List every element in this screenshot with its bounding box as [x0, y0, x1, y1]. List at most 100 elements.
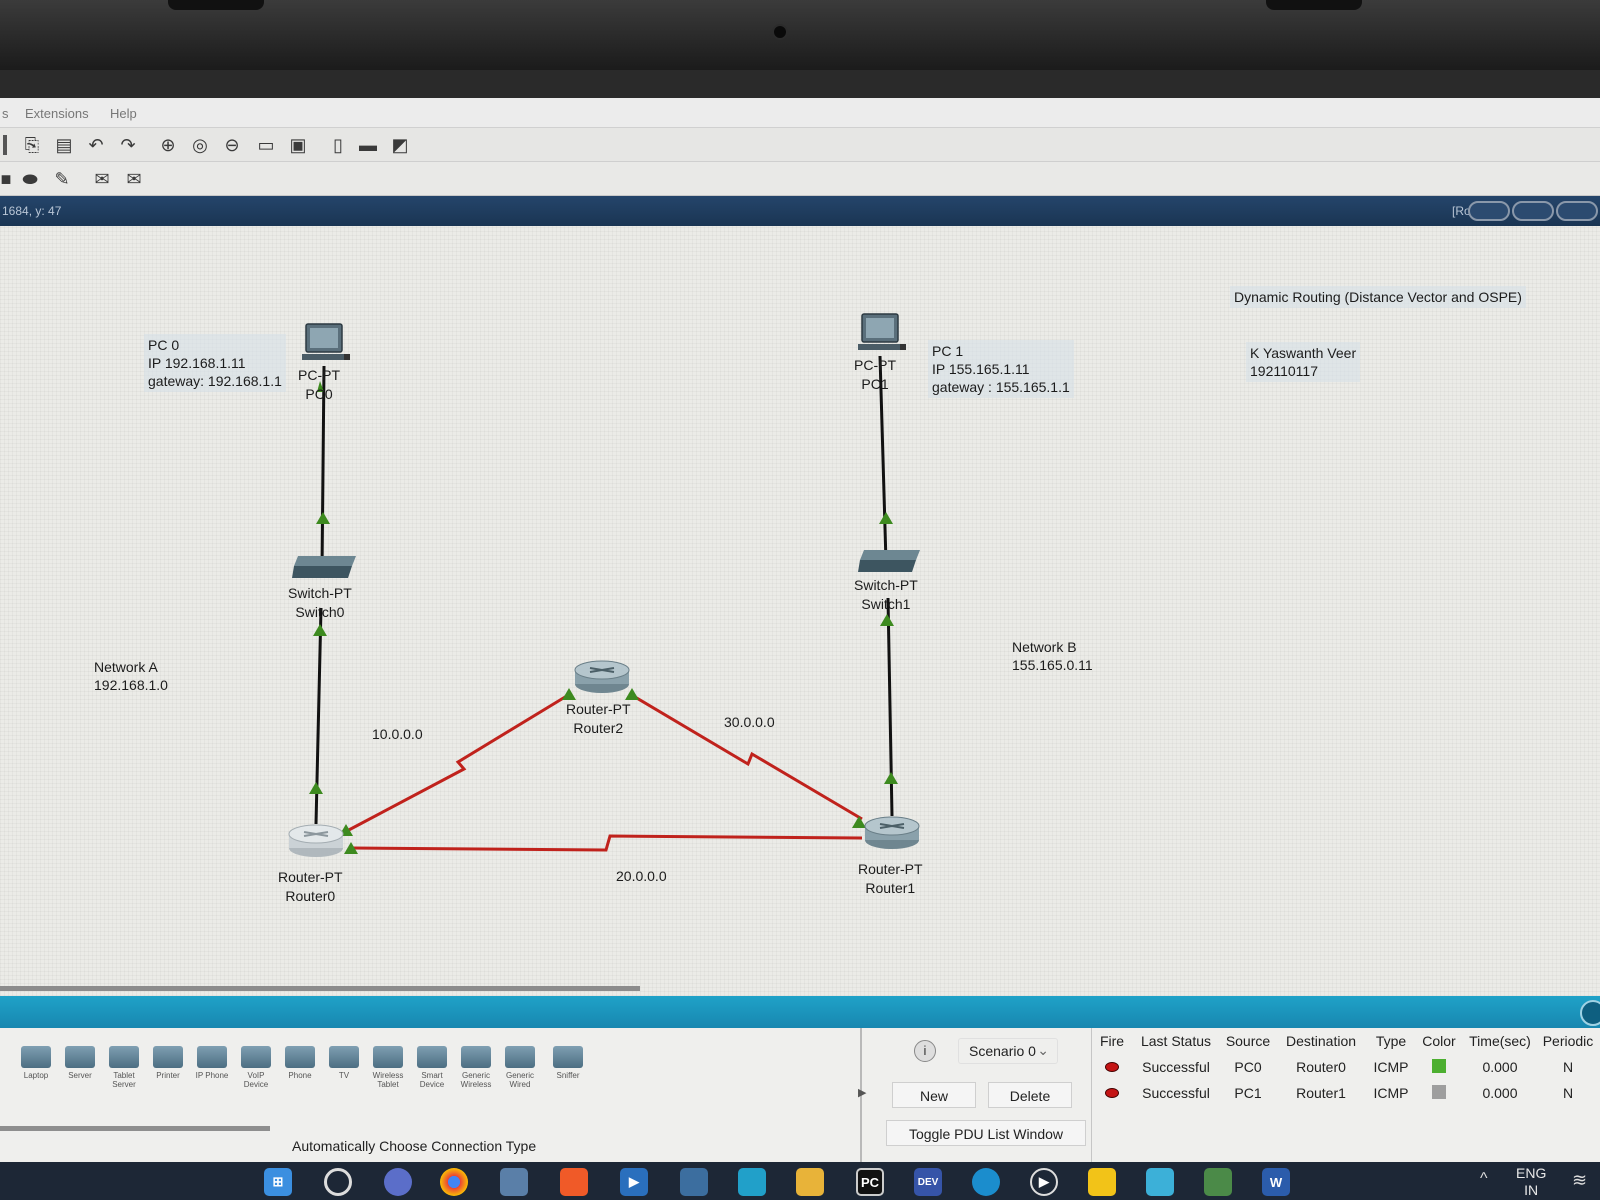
- link-router0-router1[interactable]: [351, 834, 863, 852]
- delete-scenario-button[interactable]: Delete: [988, 1082, 1072, 1108]
- menu-item-tools[interactable]: s: [2, 106, 9, 121]
- nav-button[interactable]: [1556, 201, 1598, 221]
- devcpp-icon[interactable]: DEV: [914, 1168, 942, 1196]
- edge-icon[interactable]: [972, 1168, 1000, 1196]
- bezel-hinge: [168, 0, 264, 10]
- search-icon[interactable]: [324, 1168, 352, 1196]
- source-cell: PC1: [1234, 1085, 1262, 1101]
- shape-icon[interactable]: ⬬: [18, 167, 42, 191]
- device-tile-laptop[interactable]: Laptop: [16, 1046, 56, 1090]
- teams-icon[interactable]: [384, 1168, 412, 1196]
- zoom-in-icon[interactable]: ⊕: [156, 133, 180, 157]
- notes-icon[interactable]: ▯: [326, 133, 350, 157]
- pycharm-icon[interactable]: PC: [856, 1168, 884, 1196]
- word-icon[interactable]: W: [1262, 1168, 1290, 1196]
- language-indicator[interactable]: ENG IN: [1516, 1165, 1546, 1199]
- wifi-icon[interactable]: ≋: [1572, 1170, 1587, 1191]
- device-tile-tablet-server[interactable]: Tablet Server: [104, 1046, 144, 1090]
- device-panel-scrollbar[interactable]: [0, 1126, 270, 1131]
- custom-device-icon[interactable]: ▣: [286, 133, 310, 157]
- switch0-icon[interactable]: [292, 556, 356, 578]
- device-tile-voip[interactable]: VoIP Device: [236, 1046, 276, 1090]
- note-network-b[interactable]: Network B 155.165.0.11: [1012, 638, 1093, 674]
- table-row[interactable]: Successful PC1 Router1 ICMP 0.000 N: [1092, 1080, 1598, 1106]
- toggle-pdu-list-button[interactable]: Toggle PDU List Window: [886, 1120, 1086, 1146]
- nav-button[interactable]: [1512, 201, 1554, 221]
- fire-cell[interactable]: [1092, 1080, 1132, 1106]
- device-tile-server[interactable]: Server: [60, 1046, 100, 1090]
- pc0-icon[interactable]: [302, 323, 350, 360]
- brave-icon[interactable]: [560, 1168, 588, 1196]
- screenshot-icon[interactable]: ◩: [388, 133, 412, 157]
- windows-start-icon[interactable]: ⊞: [264, 1168, 292, 1196]
- phone-icon: [285, 1046, 315, 1068]
- chevron-up-icon[interactable]: ^: [1480, 1170, 1488, 1188]
- zoom-out-icon[interactable]: ⊖: [220, 133, 244, 157]
- fire-icon[interactable]: [1105, 1088, 1119, 1098]
- paste-icon[interactable]: ▤: [52, 133, 76, 157]
- column-header: Source: [1225, 1033, 1271, 1049]
- file-explorer-icon[interactable]: [796, 1168, 824, 1196]
- scenario-select[interactable]: Scenario 0 ⌄: [958, 1038, 1058, 1064]
- router0-icon[interactable]: [288, 824, 344, 857]
- device-tile-generic-wired[interactable]: Generic Wired: [500, 1046, 540, 1090]
- media-player-icon[interactable]: ▶: [1030, 1168, 1058, 1196]
- device-tile-tv[interactable]: TV: [324, 1046, 364, 1090]
- sticky-notes-icon[interactable]: [1088, 1168, 1116, 1196]
- note-title[interactable]: Dynamic Routing (Distance Vector and OSP…: [1230, 286, 1526, 308]
- menu-item-extensions[interactable]: Extensions: [25, 106, 89, 121]
- ip-phone-icon: [197, 1046, 227, 1068]
- drawing-palette-icon[interactable]: ▭: [254, 133, 278, 157]
- cluster-icon[interactable]: ▬: [356, 133, 380, 157]
- add-simple-pdu-icon[interactable]: ✉: [90, 167, 114, 191]
- scenario-select-value: Scenario 0: [969, 1043, 1036, 1059]
- chrome-icon[interactable]: [440, 1168, 468, 1196]
- logical-workspace[interactable]: PC 0 IP 192.168.1.11 gateway: 192.168.1.…: [0, 226, 1600, 996]
- undo-icon[interactable]: ↶: [84, 133, 108, 157]
- pdu-list: Fire Last Status Source Destination Type…: [1092, 1028, 1600, 1162]
- workspace-scrollbar[interactable]: [0, 986, 640, 991]
- menu-bar: s Extensions Help: [0, 98, 1600, 128]
- device-tile-phone[interactable]: Phone: [280, 1046, 320, 1090]
- info-icon[interactable]: i: [914, 1040, 936, 1062]
- device-tile-smart-device[interactable]: Smart Device: [412, 1046, 452, 1090]
- new-scenario-button[interactable]: New: [892, 1082, 976, 1108]
- desktop-icon[interactable]: [738, 1168, 766, 1196]
- store-icon[interactable]: [500, 1168, 528, 1196]
- router2-icon[interactable]: [574, 660, 630, 693]
- nav-button[interactable]: [1468, 201, 1510, 221]
- zoom-reset-icon[interactable]: ◎: [188, 133, 212, 157]
- note-network-a[interactable]: Network A 192.168.1.0: [94, 658, 168, 694]
- add-complex-pdu-icon[interactable]: ✉: [122, 167, 146, 191]
- link-label-r0-r1: 20.0.0.0: [616, 868, 667, 884]
- device-tile-wireless-tablet[interactable]: Wireless Tablet: [368, 1046, 408, 1090]
- note-pc1[interactable]: PC 1 IP 155.165.1.11 gateway : 155.165.1…: [928, 340, 1074, 398]
- device-tile-printer[interactable]: Printer: [148, 1046, 188, 1090]
- column-header: Type: [1375, 1033, 1407, 1049]
- link-router0-router2[interactable]: [344, 692, 571, 834]
- fire-icon[interactable]: [1105, 1062, 1119, 1072]
- redo-icon[interactable]: ↷: [116, 133, 140, 157]
- note-pc0[interactable]: PC 0 IP 192.168.1.11 gateway: 192.168.1.…: [144, 334, 286, 392]
- photos-icon[interactable]: [1146, 1168, 1174, 1196]
- realtime-mode-icon[interactable]: [1580, 1000, 1600, 1026]
- device-tile-generic-wireless[interactable]: Generic Wireless: [456, 1046, 496, 1090]
- device-tile-ip-phone[interactable]: IP Phone: [192, 1046, 232, 1090]
- type-cell: ICMP: [1373, 1059, 1409, 1075]
- menu-item-help[interactable]: Help: [110, 106, 137, 121]
- expand-arrow-icon[interactable]: ▶: [858, 1086, 866, 1099]
- inspect-icon[interactable]: ✎: [50, 167, 74, 191]
- switch1-icon[interactable]: [858, 550, 920, 572]
- python-icon[interactable]: [680, 1168, 708, 1196]
- fire-cell[interactable]: [1092, 1054, 1132, 1080]
- media-icon[interactable]: ▶: [620, 1168, 648, 1196]
- copy-icon[interactable]: ⎘: [20, 133, 44, 157]
- link-router2-router1[interactable]: [629, 692, 863, 821]
- table-row[interactable]: Successful PC0 Router0 ICMP 0.000 N: [1092, 1054, 1598, 1080]
- pc1-icon[interactable]: [858, 313, 906, 350]
- router1-icon[interactable]: [864, 816, 920, 849]
- device-tile-sniffer[interactable]: Sniffer: [548, 1046, 588, 1090]
- packet-tracer-icon[interactable]: [1204, 1168, 1232, 1196]
- note-author[interactable]: K Yaswanth Veer 192110117: [1246, 342, 1361, 382]
- select-icon[interactable]: ■: [0, 167, 18, 191]
